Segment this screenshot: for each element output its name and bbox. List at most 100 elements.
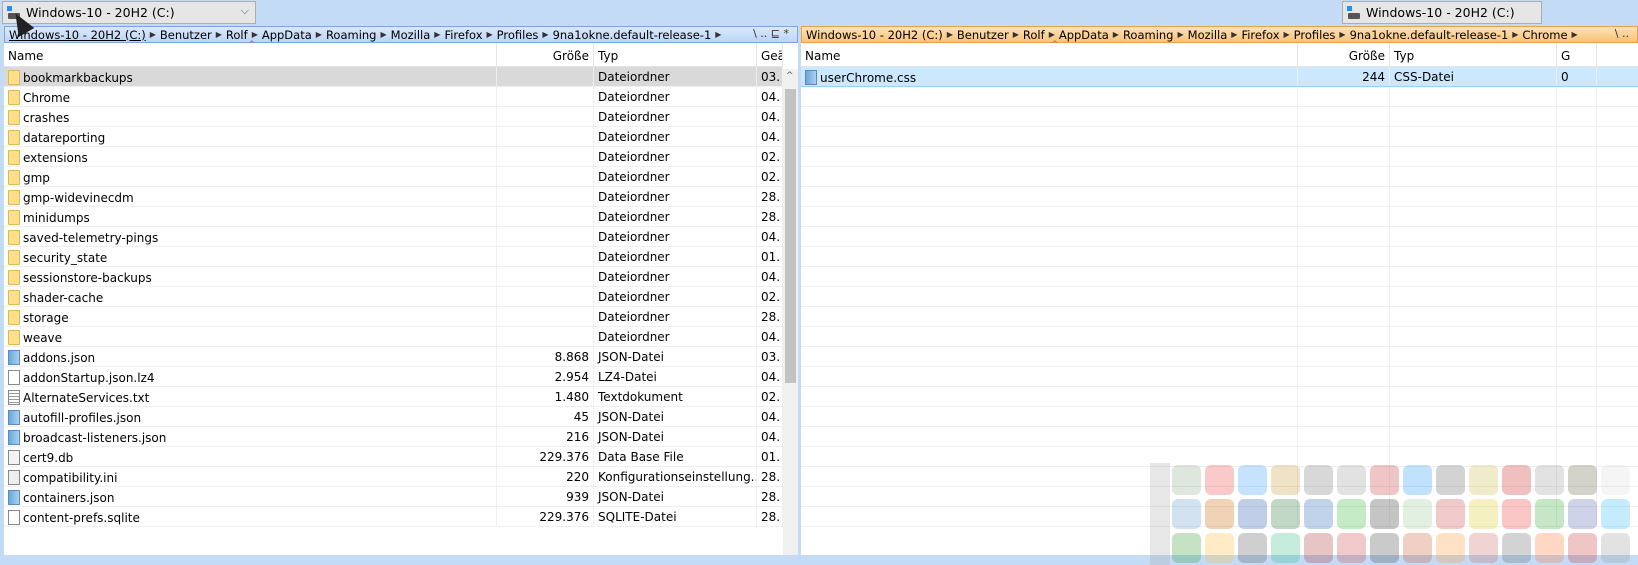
breadcrumb-item[interactable]: Firefox [1241, 28, 1279, 42]
file-row[interactable]: sessionstore-backups Dateiordner 04. [4, 267, 783, 287]
file-row[interactable]: saved-telemetry-pings Dateiordner 04. [4, 227, 783, 247]
scroll-up-icon[interactable]: ^ [786, 71, 794, 81]
dock-handle[interactable] [1150, 463, 1170, 497]
column-size[interactable]: Größe [1298, 43, 1390, 66]
file-row[interactable]: content-prefs.sqlite 229.376 SQLITE-Datei 2… [4, 507, 783, 527]
dock-app-icon[interactable] [1502, 533, 1531, 563]
dock-handle[interactable] [1150, 531, 1170, 565]
breadcrumb-item[interactable]: AppData [262, 28, 312, 42]
breadcrumb-chevron-icon[interactable]: ▶ [1231, 30, 1237, 39]
breadcrumb-chevron-icon[interactable]: ▶ [216, 30, 222, 39]
breadcrumb-item[interactable]: 9na1okne.default-release-1 [553, 28, 712, 42]
breadcrumb-chevron-icon[interactable]: ▶ [947, 30, 953, 39]
breadcrumb-item[interactable]: Profiles [497, 28, 539, 42]
dock-app-icon[interactable] [1304, 533, 1333, 563]
breadcrumb-item[interactable]: Rolf [226, 28, 248, 42]
breadcrumb-chevron-icon[interactable]: ▶ [316, 30, 322, 39]
column-date[interactable]: G [1557, 43, 1597, 66]
breadcrumb-chevron-icon[interactable]: ▶ [434, 30, 440, 39]
breadcrumb-item[interactable]: Roaming [326, 28, 377, 42]
dock-app-icon[interactable] [1304, 465, 1333, 495]
file-row[interactable]: cert9.db 229.376 Data Base File 01. [4, 447, 783, 467]
dock-app-icon[interactable] [1469, 465, 1498, 495]
dock-app-icon[interactable] [1601, 499, 1630, 529]
file-row[interactable]: broadcast-listeners.json 216 JSON-Datei 04. [4, 427, 783, 447]
breadcrumb-tools[interactable]: \ .. [1614, 27, 1629, 40]
file-row[interactable]: userChrome.css 244 CSS-Datei 0 [801, 67, 1638, 87]
dock-app-icon[interactable] [1568, 465, 1597, 495]
breadcrumb-item[interactable]: Windows-10 - 20H2 (C:) [806, 28, 943, 42]
dock-app-icon[interactable] [1172, 465, 1201, 495]
breadcrumb-chevron-icon[interactable]: ▶ [380, 30, 386, 39]
column-type[interactable]: Typ [594, 43, 757, 66]
dock-app-icon[interactable] [1205, 533, 1234, 563]
breadcrumb-chevron-icon[interactable]: ▶ [1512, 30, 1518, 39]
breadcrumb-item[interactable]: Roaming [1123, 28, 1174, 42]
breadcrumb-item[interactable]: Benutzer [957, 28, 1009, 42]
file-row[interactable]: minidumps Dateiordner 28. [4, 207, 783, 227]
breadcrumb-chevron-icon[interactable]: ▶ [542, 30, 548, 39]
breadcrumb-chevron-icon[interactable]: ▶ [252, 30, 258, 39]
dock-app-icon[interactable] [1271, 499, 1300, 529]
file-row[interactable]: security_state Dateiordner 01. [4, 247, 783, 267]
dock-app-icon[interactable] [1337, 465, 1366, 495]
chevron-down-icon[interactable]: ⌵ [241, 4, 249, 18]
file-row[interactable]: containers.json 939 JSON-Datei 28. [4, 487, 783, 507]
column-name[interactable]: Name [801, 43, 1298, 66]
dock-handle[interactable] [1150, 497, 1170, 531]
dock-app-icon[interactable] [1469, 533, 1498, 563]
file-row[interactable]: shader-cache Dateiordner 02. [4, 287, 783, 307]
column-type[interactable]: Typ [1390, 43, 1557, 66]
breadcrumb-chevron-icon[interactable]: ▶ [487, 30, 493, 39]
dock-app-icon[interactable] [1535, 499, 1564, 529]
dock-app-icon[interactable] [1304, 499, 1333, 529]
breadcrumb-chevron-icon[interactable]: ▶ [715, 30, 721, 39]
dock-app-icon[interactable] [1601, 465, 1630, 495]
dock-app-icon[interactable] [1337, 499, 1366, 529]
dock-app-icon[interactable] [1436, 465, 1465, 495]
dock-app-icon[interactable] [1370, 465, 1399, 495]
breadcrumb-item[interactable]: Profiles [1294, 28, 1336, 42]
breadcrumb-item[interactable]: Benutzer [160, 28, 212, 42]
breadcrumb-item[interactable]: Firefox [444, 28, 482, 42]
breadcrumb-chevron-icon[interactable]: ▶ [1339, 30, 1345, 39]
breadcrumb-chevron-icon[interactable]: ▶ [1177, 30, 1183, 39]
dock-app-icon[interactable] [1271, 533, 1300, 563]
dock-app-icon[interactable] [1172, 499, 1201, 529]
file-row[interactable]: datareporting Dateiordner 04. [4, 127, 783, 147]
dock-app-icon[interactable] [1403, 499, 1432, 529]
dock-app-icon[interactable] [1370, 499, 1399, 529]
column-date[interactable]: Geä [757, 43, 783, 66]
dock-app-icon[interactable] [1238, 499, 1267, 529]
dock-app-icon[interactable] [1271, 465, 1300, 495]
breadcrumb-chevron-icon[interactable]: ▶ [1049, 30, 1055, 39]
right-drive-selector[interactable]: Windows-10 - 20H2 (C:) [1342, 1, 1542, 24]
file-row[interactable]: gmp-widevinecdm Dateiordner 28. [4, 187, 783, 207]
dock-app-icon[interactable] [1337, 533, 1366, 563]
left-scrollbar[interactable]: ^ [783, 69, 798, 555]
file-row[interactable]: crashes Dateiordner 04. [4, 107, 783, 127]
file-row[interactable]: Chrome Dateiordner 04. [4, 87, 783, 107]
breadcrumb-chevron-icon[interactable]: ▶ [150, 30, 156, 39]
dock-app-icon[interactable] [1238, 465, 1267, 495]
dock-app-icon[interactable] [1436, 499, 1465, 529]
dock-app-icon[interactable] [1601, 533, 1630, 563]
file-row[interactable]: weave Dateiordner 04. [4, 327, 783, 347]
dock-app-icon[interactable] [1535, 465, 1564, 495]
breadcrumb-item[interactable]: 9na1okne.default-release-1 [1350, 28, 1509, 42]
breadcrumb-item[interactable]: Mozilla [391, 28, 431, 42]
file-row[interactable]: autofill-profiles.json 45 JSON-Datei 04. [4, 407, 783, 427]
breadcrumb-item[interactable]: AppData [1059, 28, 1109, 42]
breadcrumb-item[interactable]: Rolf [1023, 28, 1045, 42]
breadcrumb-chevron-icon[interactable]: ▶ [1113, 30, 1119, 39]
file-row[interactable]: storage Dateiordner 28. [4, 307, 783, 327]
file-row[interactable]: compatibility.ini 220 Konfigurationseinste… [4, 467, 783, 487]
dock-app-icon[interactable] [1172, 533, 1201, 563]
dock-app-icon[interactable] [1469, 499, 1498, 529]
file-row[interactable]: gmp Dateiordner 02. [4, 167, 783, 187]
dock-app-icon[interactable] [1502, 499, 1531, 529]
file-row[interactable]: addons.json 8.868 JSON-Datei 03. [4, 347, 783, 367]
dock-app-icon[interactable] [1238, 533, 1267, 563]
dock-app-icon[interactable] [1502, 465, 1531, 495]
scrollbar-thumb[interactable] [785, 89, 796, 383]
